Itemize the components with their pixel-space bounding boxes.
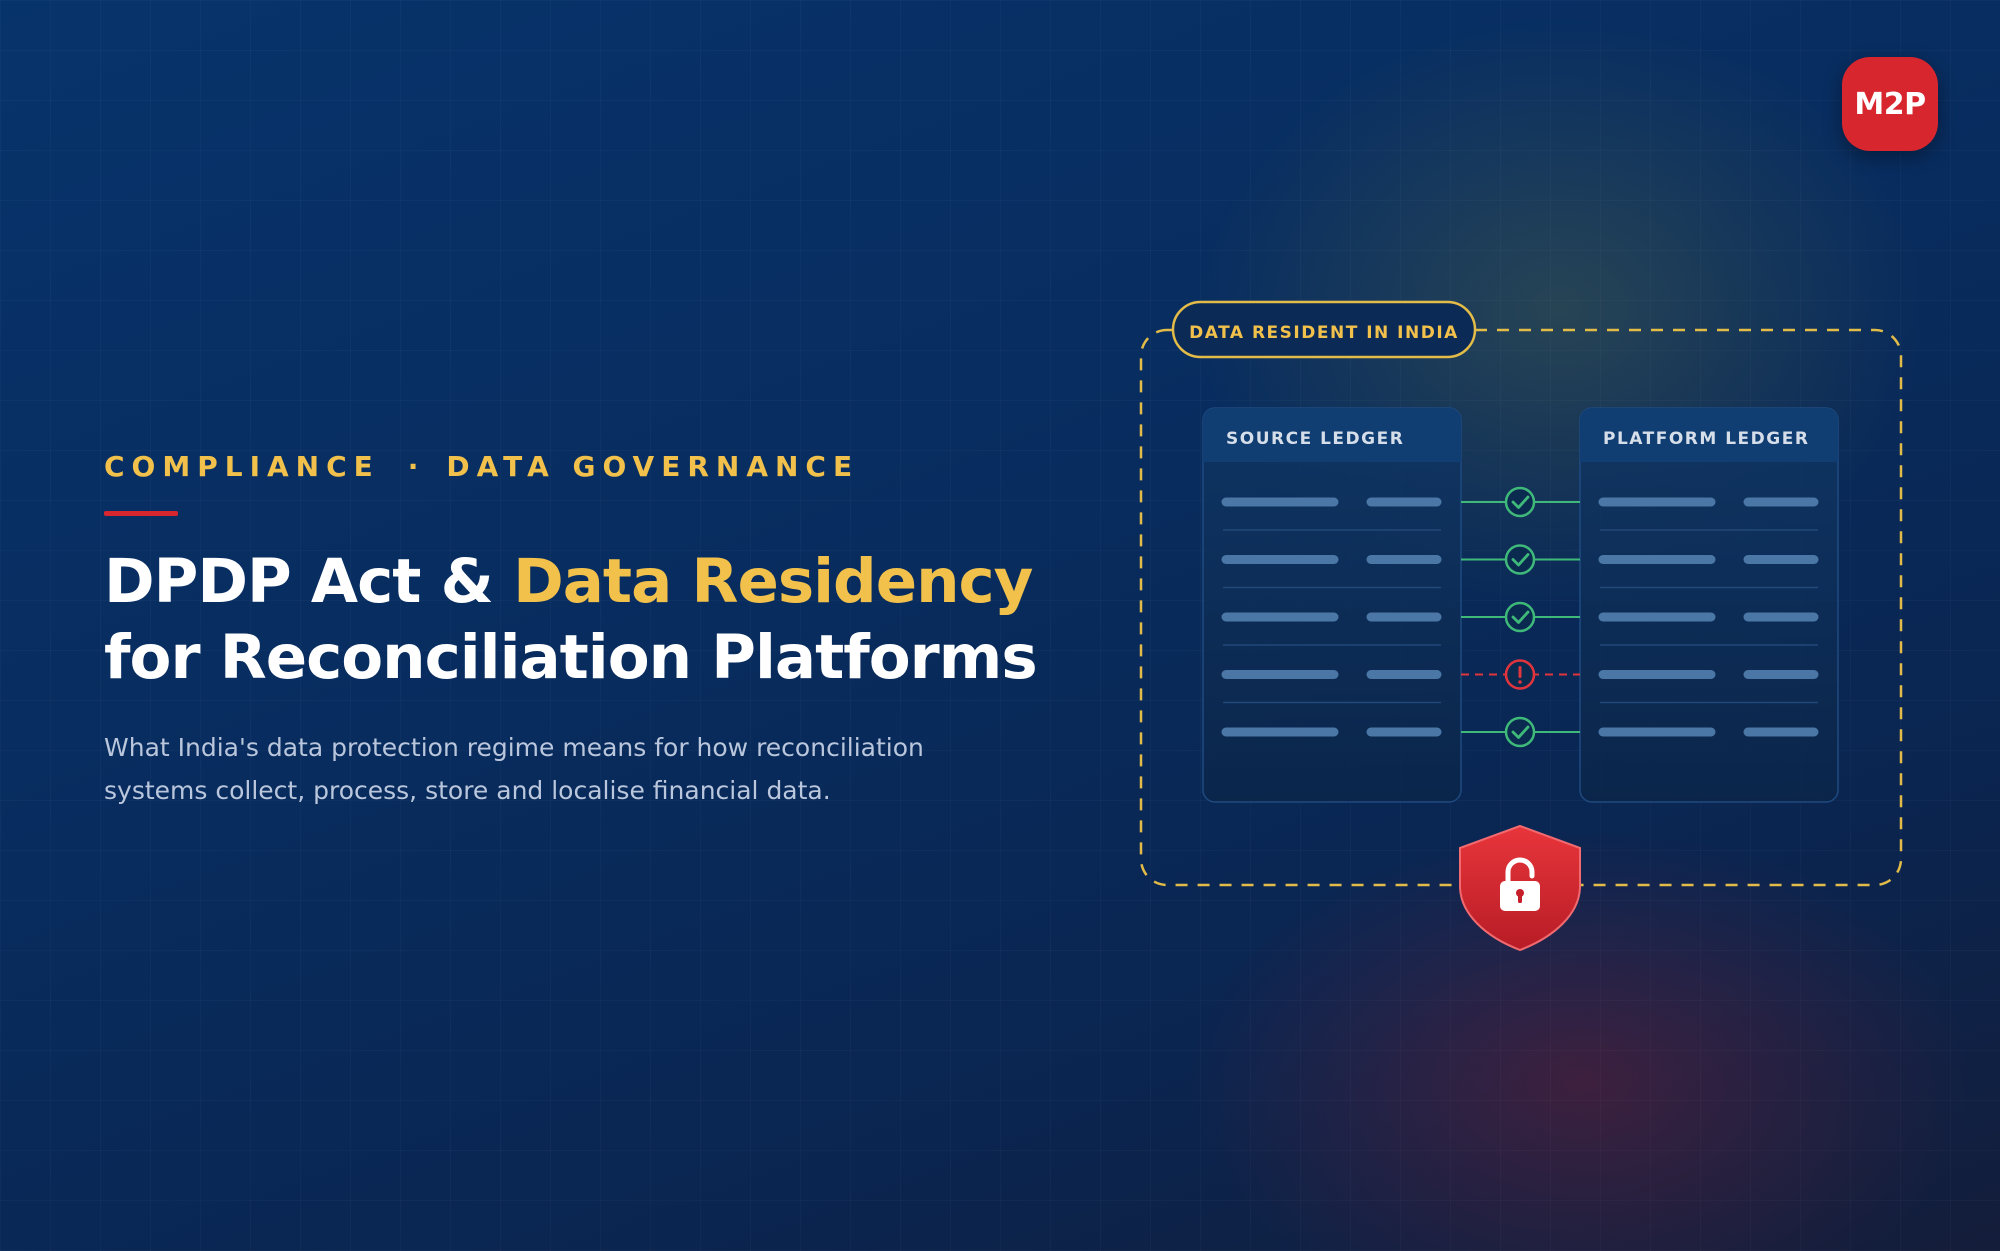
platform-ledger-panel: PLATFORM LEDGER [1579, 407, 1839, 803]
status-circle [1504, 601, 1536, 633]
residency-diagram: DATA RESIDENT IN INDIA SOURCE LEDGER PLA… [1139, 300, 1903, 952]
status-circle [1504, 486, 1536, 518]
source-ledger-title: SOURCE LEDGER [1226, 429, 1404, 449]
exclamation-dot [1518, 680, 1522, 684]
check-circle-icon [1461, 486, 1580, 518]
status-circle [1504, 544, 1536, 575]
padlock-shield-icon [1459, 824, 1581, 952]
exclamation-circle-icon [1461, 659, 1580, 690]
check-circle-icon [1461, 544, 1580, 575]
check-circle-icon [1461, 601, 1580, 633]
status-circle [1504, 716, 1536, 748]
boundary-label-pill: DATA RESIDENT IN INDIA [1171, 300, 1477, 359]
boundary-label-text: DATA RESIDENT IN INDIA [1189, 323, 1459, 343]
source-ledger-panel: SOURCE LEDGER [1202, 407, 1462, 803]
check-circle-icon [1461, 716, 1580, 748]
platform-ledger-title: PLATFORM LEDGER [1603, 429, 1809, 449]
